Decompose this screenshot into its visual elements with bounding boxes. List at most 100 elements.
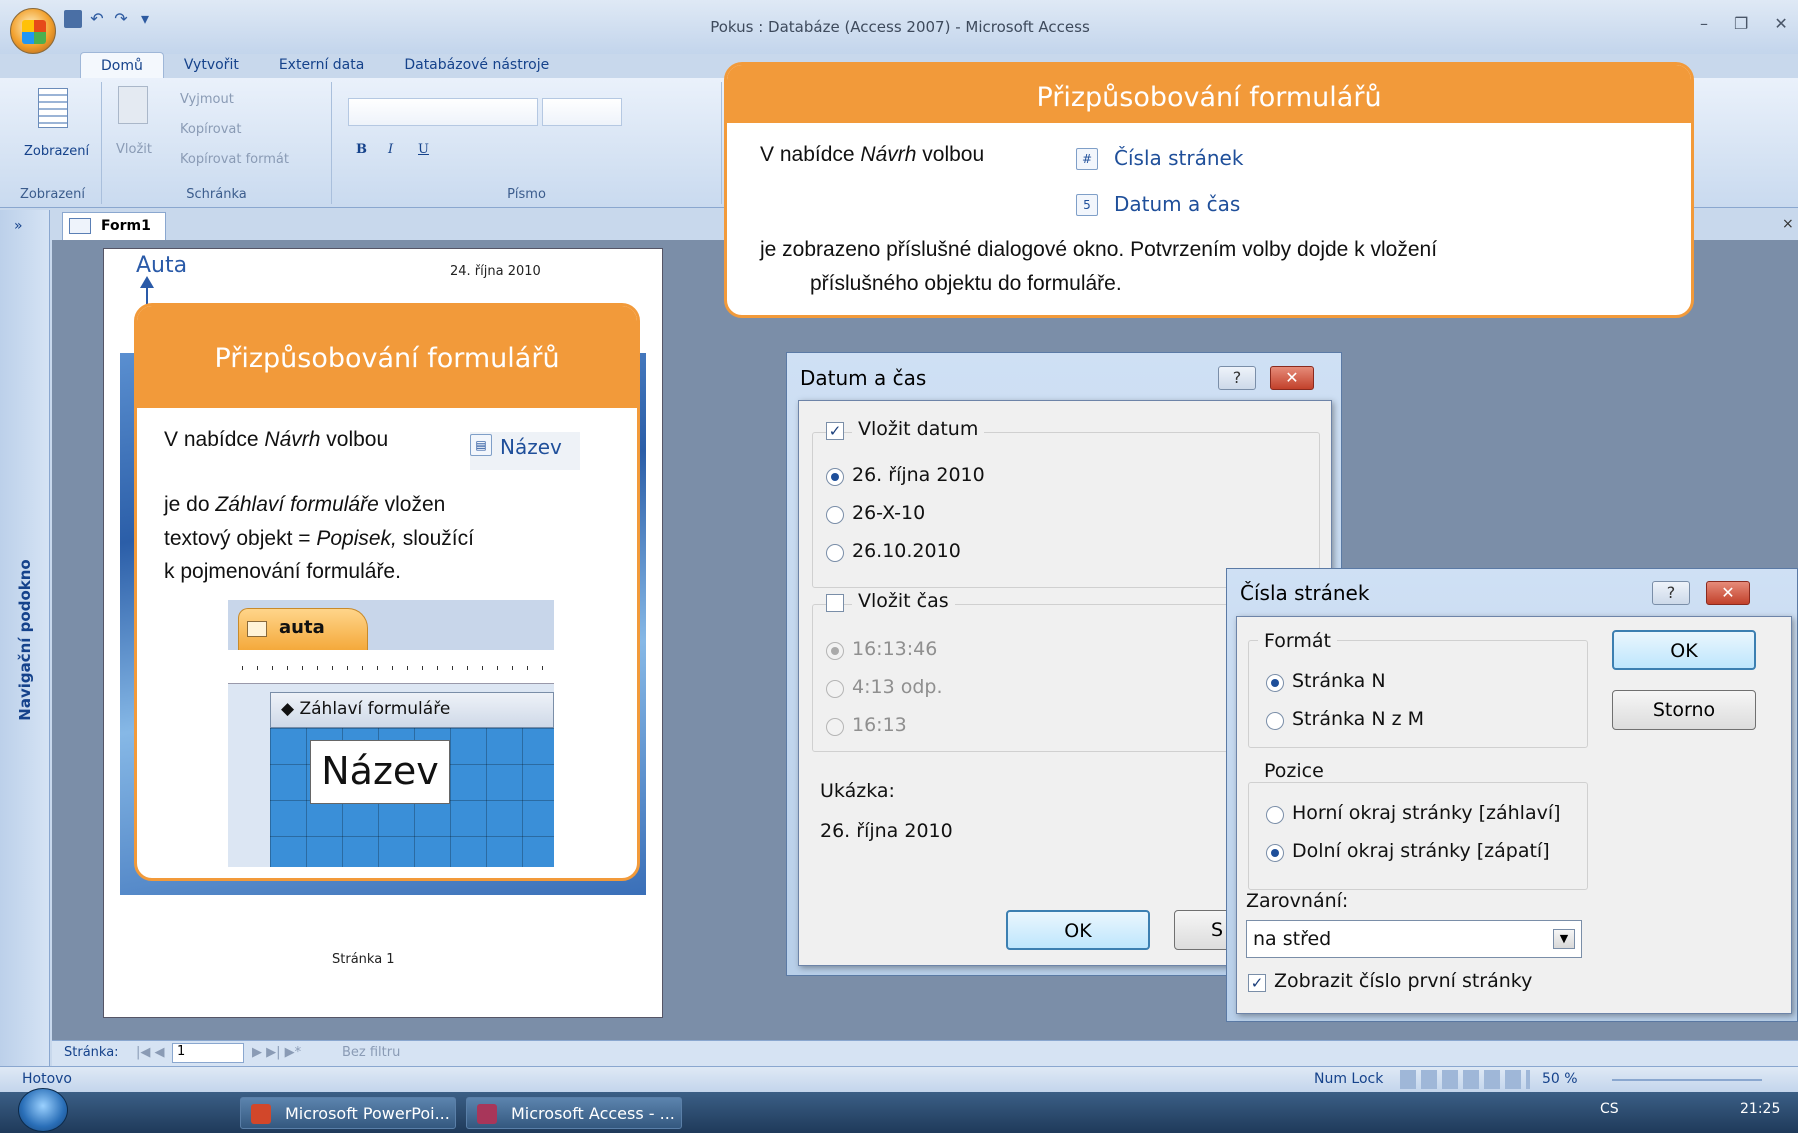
include-date-label: Vložit datum xyxy=(852,418,985,440)
view-icon xyxy=(38,88,68,128)
filter-indicator[interactable]: Bez filtru xyxy=(342,1045,400,1060)
position-radio-2[interactable] xyxy=(1266,844,1284,862)
callout-left-p2-line2: textový objekt = Popisek, sloužící xyxy=(164,527,474,550)
customize-qat-icon[interactable]: ▾ xyxy=(136,10,154,28)
format-fieldset xyxy=(1248,640,1588,748)
minimize-icon[interactable]: – xyxy=(1700,14,1708,33)
status-text: Hotovo xyxy=(22,1071,72,1087)
save-icon[interactable] xyxy=(64,10,82,28)
zoom-slider[interactable] xyxy=(1612,1079,1762,1081)
callout-top-title: Přizpůsobování formulářů xyxy=(727,65,1691,123)
show-first-number-checkbox[interactable]: ✓ xyxy=(1248,974,1266,992)
font-name-box[interactable] xyxy=(348,98,538,126)
record-number-input[interactable]: 1 xyxy=(172,1043,244,1063)
close-document-icon[interactable]: × xyxy=(1782,216,1794,232)
callout-left-p2-line3: k pojmenování formuláře. xyxy=(164,560,401,583)
alignment-select[interactable]: na střed ▼ xyxy=(1246,920,1582,958)
undo-icon[interactable]: ↶ xyxy=(88,10,106,28)
date-format-label-3: 26.10.2010 xyxy=(852,540,961,562)
date-format-radio-3[interactable] xyxy=(826,544,844,562)
nav-pane-label: Navigační podokno xyxy=(16,559,34,721)
tab-database-tools[interactable]: Databázové nástroje xyxy=(384,52,569,80)
start-button[interactable] xyxy=(18,1088,68,1132)
tab-external-data[interactable]: Externí data xyxy=(259,52,385,80)
form-icon xyxy=(69,218,91,234)
redo-icon[interactable]: ↷ xyxy=(112,10,130,28)
office-button[interactable] xyxy=(10,8,56,54)
bold-button[interactable]: B xyxy=(356,142,367,157)
time-format-label-3: 16:13 xyxy=(852,714,907,736)
thumb-name-label: Název xyxy=(310,740,450,804)
format-painter-button[interactable]: Kopírovat formát xyxy=(180,152,289,167)
document-tab[interactable]: Form1 xyxy=(62,212,166,240)
time-format-radio-2[interactable] xyxy=(826,680,844,698)
callout-top-line1: V nabídce Návrh volbou xyxy=(760,143,985,166)
date-format-label-2: 26-X-10 xyxy=(852,502,926,524)
italic-button[interactable]: I xyxy=(388,142,393,157)
date-time-command: 5 Datum a čas xyxy=(1076,192,1240,216)
nav-pane-toggle[interactable]: » xyxy=(14,218,23,234)
ribbon-tabs: Domů Vytvořit Externí data Databázové ná… xyxy=(80,52,569,80)
name-icon: ▤ xyxy=(470,434,492,456)
page-numbers-dialog-title: Čísla stránek xyxy=(1240,581,1370,605)
view-button[interactable]: Zobrazení xyxy=(24,144,89,159)
underline-button[interactable]: U xyxy=(418,142,429,157)
position-option-2: Dolní okraj stránky [zápatí] xyxy=(1292,840,1550,862)
first-record-icon[interactable]: |◀ ◀ xyxy=(136,1045,165,1060)
alignment-label: Zarovnání: xyxy=(1246,890,1349,912)
date-format-radio-1[interactable] xyxy=(826,468,844,486)
time-format-radio-1[interactable] xyxy=(826,642,844,660)
cut-button[interactable]: Vyjmout xyxy=(180,92,234,107)
page-numbers-cancel-button[interactable]: Storno xyxy=(1612,690,1756,730)
format-radio-1[interactable] xyxy=(1266,674,1284,692)
thumb-ruler xyxy=(228,650,554,684)
include-time-checkbox[interactable] xyxy=(826,594,844,612)
paste-button[interactable]: Vložit xyxy=(116,142,152,157)
format-label: Formát xyxy=(1258,630,1337,652)
tab-home[interactable]: Domů xyxy=(80,52,164,80)
clock: 21:25 xyxy=(1740,1101,1781,1117)
taskbar-item-powerpoint[interactable]: Microsoft PowerPoi... xyxy=(240,1097,456,1129)
restore-icon[interactable]: ❐ xyxy=(1734,14,1748,33)
window-controls: – ❐ ✕ xyxy=(1700,14,1788,33)
tab-create[interactable]: Vytvořit xyxy=(164,52,259,80)
date-time-icon: 5 xyxy=(1076,194,1098,216)
thumb-form-icon xyxy=(247,621,267,637)
alignment-value: na střed xyxy=(1253,928,1332,950)
page-numbers-command: # Čísla stránek xyxy=(1076,146,1243,170)
date-format-label-1: 26. října 2010 xyxy=(852,464,985,486)
form-design-thumbnail: auta ◆ Záhlaví formuláře Název xyxy=(228,600,554,867)
font-size-box[interactable] xyxy=(542,98,622,126)
record-navigation-bar: Stránka: |◀ ◀ 1 ▶ ▶| ▶* Bez filtru xyxy=(52,1040,1798,1066)
preview-label: Ukázka: xyxy=(820,780,895,802)
zoom-level: 50 % xyxy=(1542,1071,1578,1087)
thumb-tab: auta xyxy=(238,608,368,650)
time-format-radio-3[interactable] xyxy=(826,718,844,736)
datetime-ok-button[interactable]: OK xyxy=(1006,910,1150,950)
view-switcher[interactable] xyxy=(1400,1070,1530,1089)
position-fieldset xyxy=(1248,782,1588,890)
copy-button[interactable]: Kopírovat xyxy=(180,122,241,137)
page-numbers-close-button[interactable]: ✕ xyxy=(1706,581,1750,605)
date-format-radio-2[interactable] xyxy=(826,506,844,524)
page-numbers-help-button[interactable]: ? xyxy=(1652,581,1690,605)
datetime-dialog-title: Datum a čas xyxy=(800,366,927,390)
page-date: 24. října 2010 xyxy=(450,264,541,279)
group-label-clipboard: Schránka xyxy=(186,187,247,202)
chevron-down-icon[interactable]: ▼ xyxy=(1553,929,1575,949)
position-radio-1[interactable] xyxy=(1266,806,1284,824)
page-numbers-ok-button[interactable]: OK xyxy=(1612,630,1756,670)
callout-top-line2: je zobrazeno příslušné dialogové okno. P… xyxy=(760,238,1438,261)
format-radio-2[interactable] xyxy=(1266,712,1284,730)
taskbar-item-access[interactable]: Microsoft Access - ... xyxy=(466,1097,682,1129)
language-indicator[interactable]: CS xyxy=(1600,1101,1619,1117)
group-clipboard: Vložit Vyjmout Kopírovat Kopírovat formá… xyxy=(102,82,332,204)
next-record-icon[interactable]: ▶ ▶| ▶* xyxy=(252,1045,301,1060)
include-date-checkbox[interactable]: ✓ xyxy=(826,422,844,440)
name-command: ▤ Název xyxy=(470,432,580,470)
datetime-help-button[interactable]: ? xyxy=(1218,366,1256,390)
close-icon[interactable]: ✕ xyxy=(1774,14,1787,33)
show-first-number-label: Zobrazit číslo první stránky xyxy=(1274,970,1533,992)
datetime-close-button[interactable]: ✕ xyxy=(1270,366,1314,390)
time-format-label-1: 16:13:46 xyxy=(852,638,938,660)
